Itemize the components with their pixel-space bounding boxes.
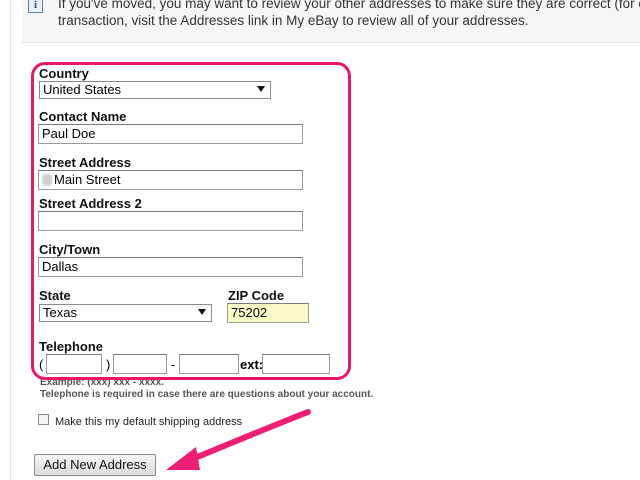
annotation-arrow xyxy=(166,409,311,470)
